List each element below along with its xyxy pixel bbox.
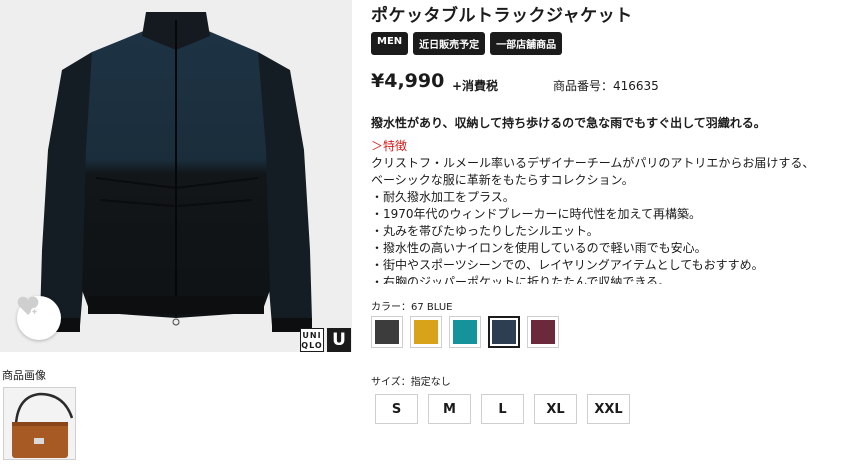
features-section: ＞特徴 クリストフ・ルメール率いるデザイナーチームがパリのアトリエからお届けする…	[371, 138, 850, 284]
color-label: カラー：67 BLUE	[371, 302, 453, 313]
feature-line: ・街中やスポーツシーンでの、レイヤリングアイテムとしてもおすすめ。	[371, 258, 764, 272]
feature-line: ・右胸のジッパーポケットに折りたたんで収納できる。	[371, 275, 671, 284]
swatch-fill	[375, 320, 399, 344]
product-headline: 撥水性があり、収納して持ち歩けるので急な雨でもすぐ出して羽織れる。	[371, 116, 766, 130]
swatch-fill	[414, 320, 438, 344]
size-label: サイズ：指定なし	[371, 377, 451, 388]
product-title: ポケッタブルトラックジャケット	[371, 6, 633, 26]
feature-line: ・1970年代のウィンドブレーカーに時代性を加えて再構築。	[371, 207, 701, 221]
uniqlo-logo: UNI QLO U	[300, 328, 352, 352]
tax-note: +消費税	[452, 79, 499, 93]
color-swatch-dark-gray[interactable]	[371, 316, 403, 348]
color-swatch-teal[interactable]	[449, 316, 481, 348]
product-tags: MEN 近日販売予定 一部店舗商品	[371, 32, 563, 55]
jacket-illustration	[40, 12, 312, 332]
bag-image	[12, 392, 74, 458]
main-product-image[interactable]: UNI QLO U	[0, 0, 352, 352]
product-thumbnail[interactable]	[3, 387, 76, 460]
size-button-xl[interactable]: XL	[534, 394, 577, 424]
color-swatches	[371, 316, 559, 348]
feature-line: ・丸みを帯びたゆったりしたシルエット。	[371, 224, 599, 238]
heart-plus-icon	[17, 296, 39, 316]
features-heading: ＞特徴	[371, 139, 408, 153]
tag-men: MEN	[371, 32, 409, 55]
tag-some-stores: 一部店舗商品	[490, 32, 563, 55]
swatch-fill	[531, 320, 555, 344]
size-button-l[interactable]: L	[481, 394, 524, 424]
swatch-fill	[492, 320, 516, 344]
uniqlo-u-logo: U	[327, 328, 351, 352]
tag-coming-soon: 近日販売予定	[413, 32, 486, 55]
feature-line: クリストフ・ルメール率いるデザイナーチームがパリのアトリエからお届けする、	[371, 156, 815, 170]
product-number: 商品番号：416635	[553, 79, 659, 93]
thumbnail-label: 商品画像	[2, 369, 46, 382]
size-button-m[interactable]: M	[428, 394, 471, 424]
size-button-xxl[interactable]: XXL	[587, 394, 630, 424]
color-swatch-navy-blue[interactable]	[488, 316, 520, 348]
favorite-button[interactable]	[17, 296, 61, 340]
size-button-s[interactable]: S	[375, 394, 418, 424]
color-swatch-wine[interactable]	[527, 316, 559, 348]
size-options: S M L XL XXL	[375, 394, 630, 424]
swatch-fill	[453, 320, 477, 344]
color-swatch-mustard[interactable]	[410, 316, 442, 348]
feature-line: ・撥水性の高いナイロンを使用しているので軽い雨でも安心。	[371, 241, 707, 255]
feature-line: ベーシックな服に革新をもたらすコレクション。	[371, 173, 634, 187]
product-price: ¥4,990	[371, 70, 445, 92]
feature-line: ・耐久撥水加工をプラス。	[371, 190, 515, 204]
uniqlo-logo-text: UNI QLO	[300, 328, 324, 352]
